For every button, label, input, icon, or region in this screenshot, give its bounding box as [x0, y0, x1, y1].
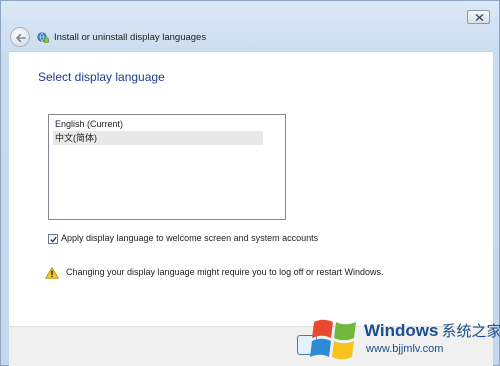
language-settings-icon	[37, 32, 49, 43]
watermark-brand-cn: 系统之家	[441, 323, 500, 340]
apply-checkbox[interactable]	[48, 234, 58, 244]
display-language-list[interactable]: English (Current) 中文(简体)	[48, 114, 286, 220]
watermark-brand: Windows 系统之家	[364, 320, 500, 341]
main-panel: Select display language English (Current…	[9, 51, 493, 326]
watermark-url: www.bjjmlv.com	[366, 343, 444, 355]
windows-logo-icon	[310, 319, 356, 360]
back-button[interactable]	[10, 27, 30, 47]
language-option-chinese-simplified[interactable]: 中文(简体)	[53, 131, 263, 145]
window-header: Install or uninstall display languages	[1, 21, 500, 51]
page-heading: Select display language	[38, 70, 165, 84]
window-title: Install or uninstall display languages	[54, 32, 207, 43]
close-icon	[475, 14, 484, 21]
checkmark-icon	[50, 236, 57, 243]
apply-checkbox-label[interactable]: Apply display language to welcome screen…	[61, 233, 318, 243]
watermark-brand-text: Windows	[364, 321, 439, 340]
warning-icon	[45, 267, 59, 279]
warning-text: Changing your display language might req…	[66, 267, 384, 277]
back-arrow-icon	[16, 33, 26, 43]
watermark: Windows 系统之家 www.bjjmlv.com	[300, 310, 500, 366]
language-option-english[interactable]: English (Current)	[53, 117, 263, 131]
